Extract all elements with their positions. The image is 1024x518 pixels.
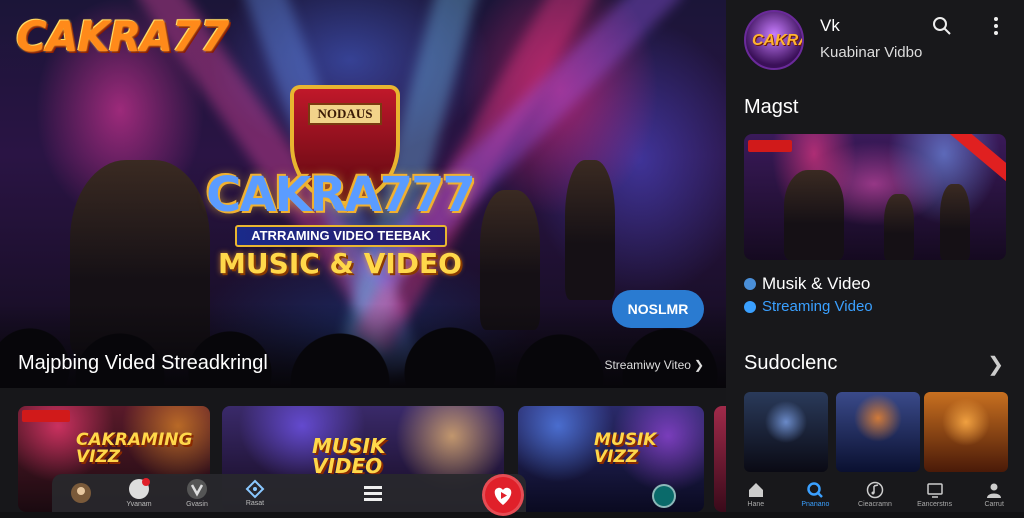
thumbnail-label: MUSIK VIZZ	[594, 430, 657, 467]
user-subtitle: Kuabinar Vidbo	[820, 44, 923, 61]
more-vertical-icon	[994, 17, 998, 35]
play-fab-button[interactable]	[482, 474, 524, 516]
nav-label: Yvanam	[126, 501, 152, 508]
nav-item-tv[interactable]: Eancerstns	[907, 481, 963, 508]
home-icon	[748, 482, 763, 497]
thumbnail-label: CAKRAMING VIZZ	[76, 430, 193, 467]
more-label: Streamiwy Viteo	[604, 358, 691, 372]
search-button[interactable]	[930, 14, 954, 38]
avatar-text: CAKRA	[752, 32, 802, 49]
nav-item-record[interactable]: Yvanam	[110, 474, 168, 512]
nav-item-shield[interactable]: Gvasin	[168, 474, 226, 512]
profile-icon	[987, 483, 1002, 498]
emblem-music-label: MUSIC & VIDEO	[218, 247, 462, 280]
guitarist-figure	[940, 184, 970, 260]
nav-label: Rasat	[245, 500, 265, 507]
thumbnail-card[interactable]: MUSIK VIZZ	[518, 406, 704, 512]
nav-item-diamond[interactable]: Rasat	[226, 474, 284, 512]
menu-icon	[364, 486, 382, 501]
sidebar-item-musik[interactable]: Musik & Video	[744, 274, 870, 294]
hero-banner[interactable]: CAKRA77 NODAUS CAKRA777 ATRRAMING VIDEO …	[0, 0, 726, 388]
emblem-subtitle: ATRRAMING VIDEO TEEBAK	[235, 225, 447, 247]
emblem-tag: NODAUS	[308, 103, 382, 125]
shield-icon	[187, 479, 207, 499]
sidebar-title: Magst	[744, 96, 799, 118]
hero-more-link[interactable]: Streamiwy Viteo ❯	[604, 358, 704, 372]
card-badge	[748, 140, 792, 152]
toggle-icon[interactable]	[652, 484, 676, 508]
emblem-title: CAKRA777	[206, 167, 476, 223]
hero-emblem: NODAUS CAKRA777 ATRRAMING VIDEO TEEBAK M…	[195, 85, 485, 295]
heart-play-icon	[494, 487, 512, 505]
sidebar-item-label: Musik & Video	[762, 274, 871, 293]
search-icon	[807, 481, 824, 498]
nav-label: Carrut	[984, 500, 1004, 508]
brand-logo: CAKRA77	[16, 12, 229, 61]
sidebar-bottom-nav: Hane Pnanano Cieacramn Eancerstns Carrut	[726, 476, 1024, 512]
mini-thumbnail[interactable]	[836, 392, 920, 472]
guitarist-figure	[784, 170, 844, 260]
nav-item-search[interactable]: Pnanano	[787, 481, 843, 508]
avatar[interactable]: CAKRA	[744, 10, 804, 70]
nav-label: Eancerstns	[917, 500, 953, 508]
nav-label: Gvasin	[186, 501, 208, 508]
album-icon	[71, 482, 91, 503]
chevron-right-icon: ❯	[693, 358, 704, 372]
more-options-button[interactable]	[984, 14, 1008, 38]
nav-item-profile[interactable]: Carrut	[966, 481, 1022, 508]
diamond-icon	[245, 479, 265, 499]
corner-ribbon	[942, 134, 1006, 186]
guitarist-figure	[884, 194, 914, 260]
nav-label: Pnanano	[801, 500, 830, 508]
nav-item-menu[interactable]	[344, 474, 402, 512]
nav-item-music[interactable]: Cieacramn	[847, 481, 903, 508]
tv-icon	[926, 482, 943, 498]
sidebar-item-streaming[interactable]: Streaming Video	[744, 298, 873, 315]
hero-cta-button[interactable]: NOSLMR	[612, 290, 704, 328]
mini-thumbnail[interactable]	[924, 392, 1008, 472]
section-title: Sudoclenc	[744, 352, 838, 374]
bullet-icon	[744, 278, 756, 290]
nav-item-home[interactable]: Hane	[728, 481, 784, 508]
sidebar: CAKRA Vk Kuabinar Vidbo Magst Musik & Vi…	[726, 0, 1024, 512]
thumbnail-label: MUSIK VIDEO	[312, 434, 386, 478]
hero-caption: Majpbing Vided Streadkringl	[18, 352, 268, 374]
search-icon	[933, 17, 951, 35]
featured-card[interactable]	[744, 134, 1006, 260]
nav-label: Cieacramn	[858, 500, 892, 508]
record-icon	[129, 478, 150, 499]
nav-item-album[interactable]	[52, 474, 110, 512]
bullet-icon	[744, 300, 756, 313]
mini-thumbnail[interactable]	[744, 392, 828, 472]
nav-label: Hane	[747, 500, 765, 508]
music-icon	[866, 481, 884, 498]
chevron-right-icon[interactable]: ❯	[987, 352, 1004, 377]
bottom-nav: Yvanam Gvasin Rasat	[52, 474, 526, 512]
thumbnail-card[interactable]	[714, 406, 726, 512]
user-name: Vk	[820, 16, 840, 35]
sidebar-item-label: Streaming Video	[762, 298, 873, 315]
thumbnail-badge	[22, 410, 70, 422]
